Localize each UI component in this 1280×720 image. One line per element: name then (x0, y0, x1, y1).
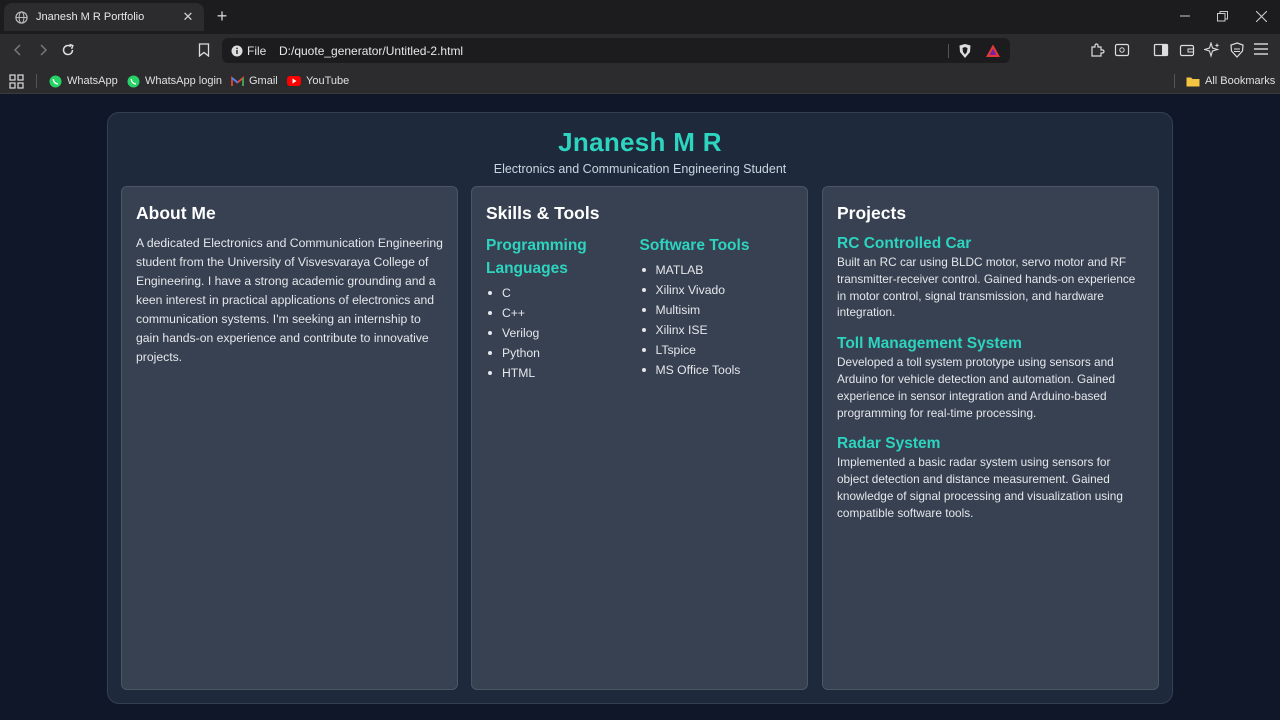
back-icon[interactable] (8, 40, 28, 60)
project-description: Developed a toll system prototype using … (837, 355, 1116, 420)
about-card: About Me A dedicated Electronics and Com… (121, 186, 458, 690)
tab-close-icon[interactable]: ✕ (180, 9, 196, 25)
portfolio-container: Jnanesh M R Electronics and Communicatio… (107, 112, 1173, 704)
vpn-shield-icon[interactable] (1229, 42, 1245, 58)
software-heading: Software Tools (639, 237, 750, 254)
tab-strip: Jnanesh M R Portfolio ✕ + (0, 0, 1280, 34)
wallet-icon[interactable] (1179, 42, 1195, 58)
skills-columns: Programming Languages C C++ Verilog Pyth… (486, 234, 793, 383)
globe-icon (14, 10, 28, 24)
address-bar[interactable]: File D:/quote_generator/Untitled-2.html (222, 38, 1010, 63)
tab-title: Jnanesh M R Portfolio (36, 11, 145, 23)
projects-heading: Projects (837, 203, 907, 223)
brave-rewards-icon[interactable] (985, 43, 1001, 59)
list-item: MS Office Tools (640, 360, 794, 380)
portfolio-header: Jnanesh M R Electronics and Communicatio… (108, 127, 1172, 176)
project-title: Radar System (837, 435, 941, 453)
leo-ai-icon[interactable] (1202, 41, 1220, 58)
window-close-icon[interactable] (1246, 6, 1276, 26)
bookmark-label: WhatsApp (67, 75, 118, 87)
new-tab-button[interactable]: + (213, 7, 231, 25)
bookmark-whatsapp[interactable]: WhatsApp (48, 73, 118, 89)
list-item: C++ (486, 303, 640, 323)
project-title: Toll Management System (837, 335, 1022, 353)
address-url[interactable]: D:/quote_generator/Untitled-2.html (279, 44, 463, 58)
bookmark-label: Gmail (249, 75, 278, 87)
software-column: Software Tools MATLAB Xilinx Vivado Mult… (640, 234, 794, 383)
minimize-icon[interactable] (1170, 6, 1200, 26)
list-item: Python (486, 343, 640, 363)
extensions-icon[interactable] (1089, 42, 1105, 58)
all-bookmarks-button[interactable]: All Bookmarks (1186, 73, 1275, 89)
bookmarks-bar: WhatsApp WhatsApp login Gmail YouTube Al… (0, 67, 1280, 94)
youtube-icon (287, 74, 301, 88)
list-item: Multisim (640, 300, 794, 320)
list-item: Verilog (486, 323, 640, 343)
project-item: Radar System Implemented a basic radar s… (837, 434, 1144, 521)
restore-icon[interactable] (1207, 6, 1237, 26)
skills-card: Skills & Tools Programming Languages C C… (471, 186, 808, 690)
bookmarks-divider (1174, 74, 1175, 88)
brave-shields-icon[interactable] (958, 43, 974, 59)
menu-icon[interactable] (1254, 42, 1270, 58)
bookmark-gmail[interactable]: Gmail (230, 73, 278, 89)
projects-card: Projects RC Controlled Car Built an RC c… (822, 186, 1159, 690)
project-item: Toll Management System Developed a toll … (837, 334, 1144, 421)
browser-tab[interactable]: Jnanesh M R Portfolio ✕ (4, 3, 204, 31)
page-title: Jnanesh M R (558, 127, 722, 157)
about-text: A dedicated Electronics and Communicatio… (136, 236, 443, 364)
all-bookmarks-label: All Bookmarks (1205, 75, 1276, 87)
programming-column: Programming Languages C C++ Verilog Pyth… (486, 234, 640, 383)
forward-icon[interactable] (33, 40, 53, 60)
whatsapp-icon (48, 74, 62, 88)
bookmarks-divider (36, 74, 37, 88)
about-heading: About Me (136, 203, 216, 223)
list-item: LTspice (640, 340, 794, 360)
project-description: Implemented a basic radar system using s… (837, 455, 1123, 520)
list-item: HTML (486, 363, 640, 383)
gmail-icon (230, 74, 244, 88)
bookmark-youtube[interactable]: YouTube (287, 73, 349, 89)
address-scheme: File (247, 44, 267, 58)
apps-grid-icon[interactable] (9, 73, 24, 89)
folder-icon (1186, 74, 1200, 88)
list-item: MATLAB (640, 260, 794, 280)
bookmark-label: YouTube (306, 75, 350, 87)
project-description: Built an RC car using BLDC motor, servo … (837, 255, 1136, 320)
browser-toolbar: File D:/quote_generator/Untitled-2.html (0, 34, 1280, 67)
info-icon[interactable] (231, 44, 243, 57)
skills-heading: Skills & Tools (486, 203, 600, 223)
page-subtitle: Electronics and Communication Engineerin… (493, 162, 787, 176)
list-item: Xilinx Vivado (640, 280, 794, 300)
sidebar-icon[interactable] (1153, 42, 1169, 58)
bookmark-icon[interactable] (194, 40, 214, 60)
software-list: MATLAB Xilinx Vivado Multisim Xilinx ISE… (640, 260, 794, 380)
project-title: RC Controlled Car (837, 235, 972, 252)
address-divider (948, 44, 949, 58)
programming-heading: Programming Languages (486, 237, 587, 277)
reader-mode-icon[interactable] (1114, 42, 1130, 58)
whatsapp-icon (126, 74, 140, 88)
bookmark-whatsapp-login[interactable]: WhatsApp login (126, 73, 222, 89)
project-item: RC Controlled Car Built an RC car using … (837, 234, 1144, 321)
list-item: Xilinx ISE (640, 320, 794, 340)
page-viewport: Jnanesh M R Electronics and Communicatio… (0, 95, 1280, 720)
bookmark-label: WhatsApp login (145, 75, 223, 87)
reload-icon[interactable] (58, 40, 78, 60)
programming-list: C C++ Verilog Python HTML (486, 283, 640, 383)
list-item: C (486, 283, 640, 303)
